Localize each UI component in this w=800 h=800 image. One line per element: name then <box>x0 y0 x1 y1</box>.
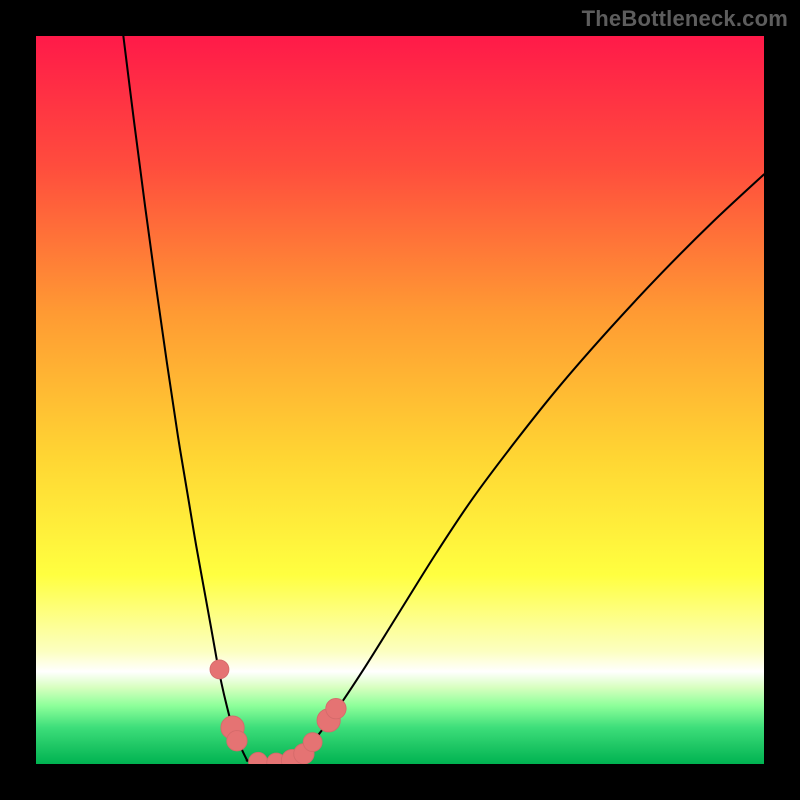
curve-marker <box>326 698 346 718</box>
watermark-text: TheBottleneck.com <box>582 6 788 32</box>
plot-area <box>36 36 764 764</box>
curve-marker <box>210 660 229 679</box>
chart-frame: TheBottleneck.com <box>0 0 800 800</box>
curve-marker <box>303 733 322 752</box>
curve-marker <box>227 731 247 751</box>
curve-path <box>123 36 764 763</box>
curve-markers <box>210 660 346 764</box>
bottleneck-curve <box>36 36 764 764</box>
curve-marker <box>249 752 268 764</box>
